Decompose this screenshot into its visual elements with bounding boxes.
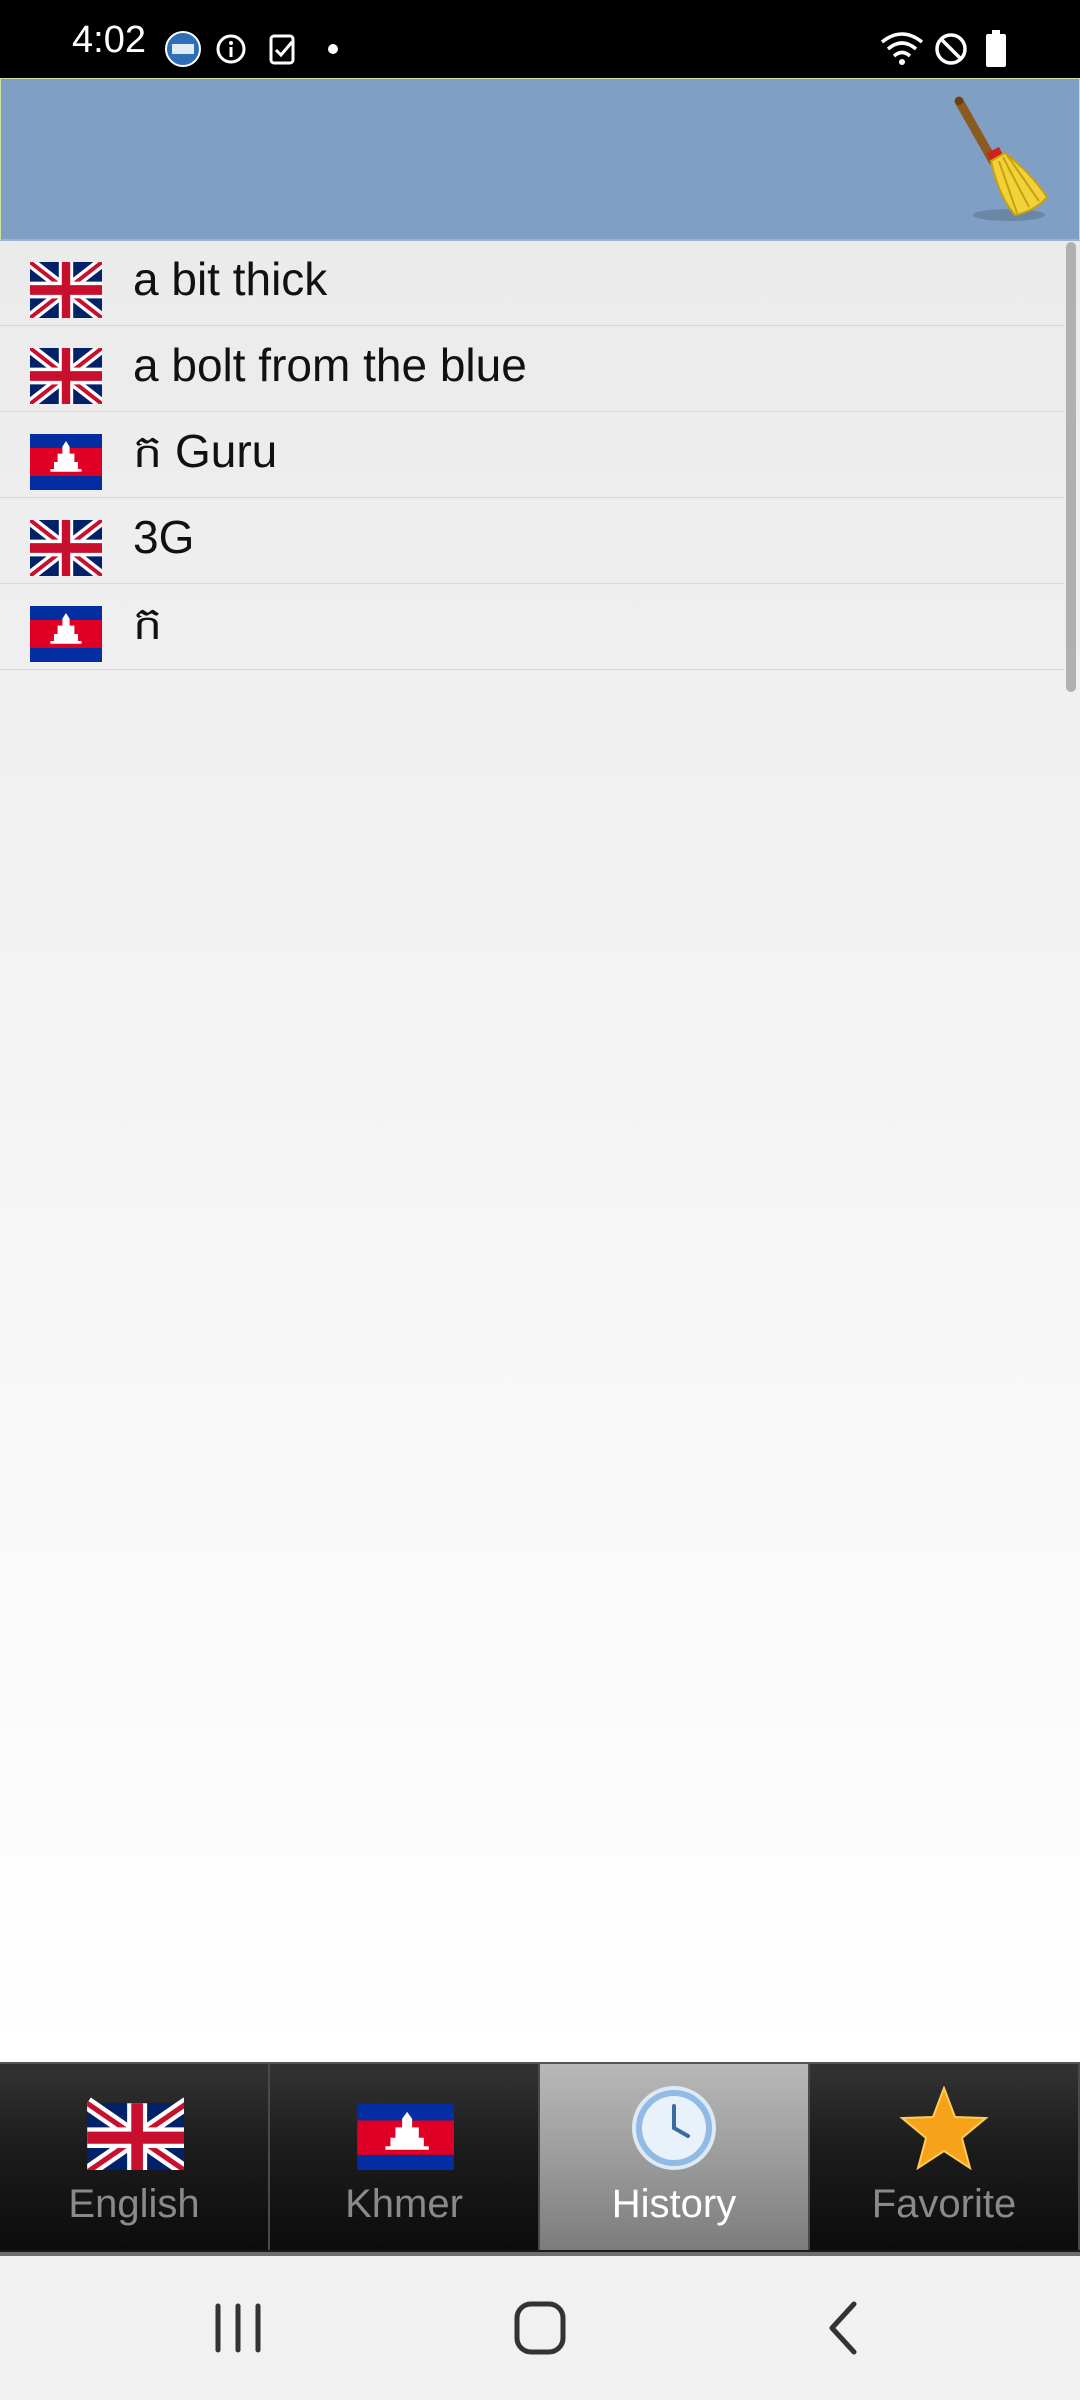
history-row[interactable]: a bit thick (0, 240, 1064, 326)
uk-flag-icon (84, 2086, 184, 2170)
tab-history[interactable]: History (540, 2064, 810, 2250)
home-icon[interactable] (500, 2296, 580, 2360)
history-word: a bit thick (133, 253, 328, 305)
tab-english[interactable]: English (0, 2064, 270, 2250)
battery-icon (986, 30, 1006, 67)
info-icon (216, 34, 246, 64)
history-word: a bolt from the blue (133, 339, 527, 391)
broom-icon[interactable] (951, 93, 1051, 223)
screen: 4:02 a bit thick a bolt from the blue ក … (0, 0, 1080, 2400)
tab-favorite[interactable]: Favorite (810, 2064, 1080, 2250)
clock-icon (632, 2086, 716, 2170)
history-list: a bit thick a bolt from the blue ក Guru 3G ក (0, 240, 1064, 670)
test-app-icon (165, 31, 201, 67)
cambodia-flag-icon (30, 434, 102, 490)
tab-bar: English Khmer History Favorite (0, 2062, 1080, 2258)
tab-khmer[interactable]: Khmer (270, 2064, 540, 2250)
recent-apps-icon[interactable] (198, 2296, 278, 2360)
cambodia-flag-icon (354, 2086, 454, 2170)
uk-flag-icon (30, 520, 102, 576)
cambodia-flag-icon (30, 606, 102, 662)
tab-label: English (68, 2182, 200, 2226)
history-word: 3G (133, 511, 195, 563)
uk-flag-icon (30, 348, 102, 404)
history-row[interactable]: 3G (0, 498, 1064, 584)
tab-label: Favorite (871, 2182, 1017, 2226)
tab-label: History (611, 2182, 737, 2226)
back-icon[interactable] (802, 2296, 882, 2360)
history-row[interactable]: ក Guru (0, 412, 1064, 498)
status-bar: 4:02 (0, 0, 1080, 78)
toolbar (0, 78, 1080, 241)
uk-flag-icon (30, 262, 102, 318)
tab-label: Khmer (345, 2182, 463, 2226)
nav-bar (0, 2256, 1080, 2400)
do-not-disturb-icon (935, 33, 967, 65)
history-word: ក (133, 597, 163, 649)
scrollbar[interactable] (1066, 242, 1076, 692)
history-row[interactable]: ក (0, 584, 1064, 670)
history-row[interactable]: a bolt from the blue (0, 326, 1064, 412)
wifi-icon (880, 32, 924, 65)
status-time: 4:02 (72, 19, 146, 61)
history-word: ក Guru (133, 425, 278, 477)
star-icon (899, 2086, 989, 2170)
dot-icon (328, 44, 338, 54)
clipboard-check-icon (269, 34, 295, 65)
